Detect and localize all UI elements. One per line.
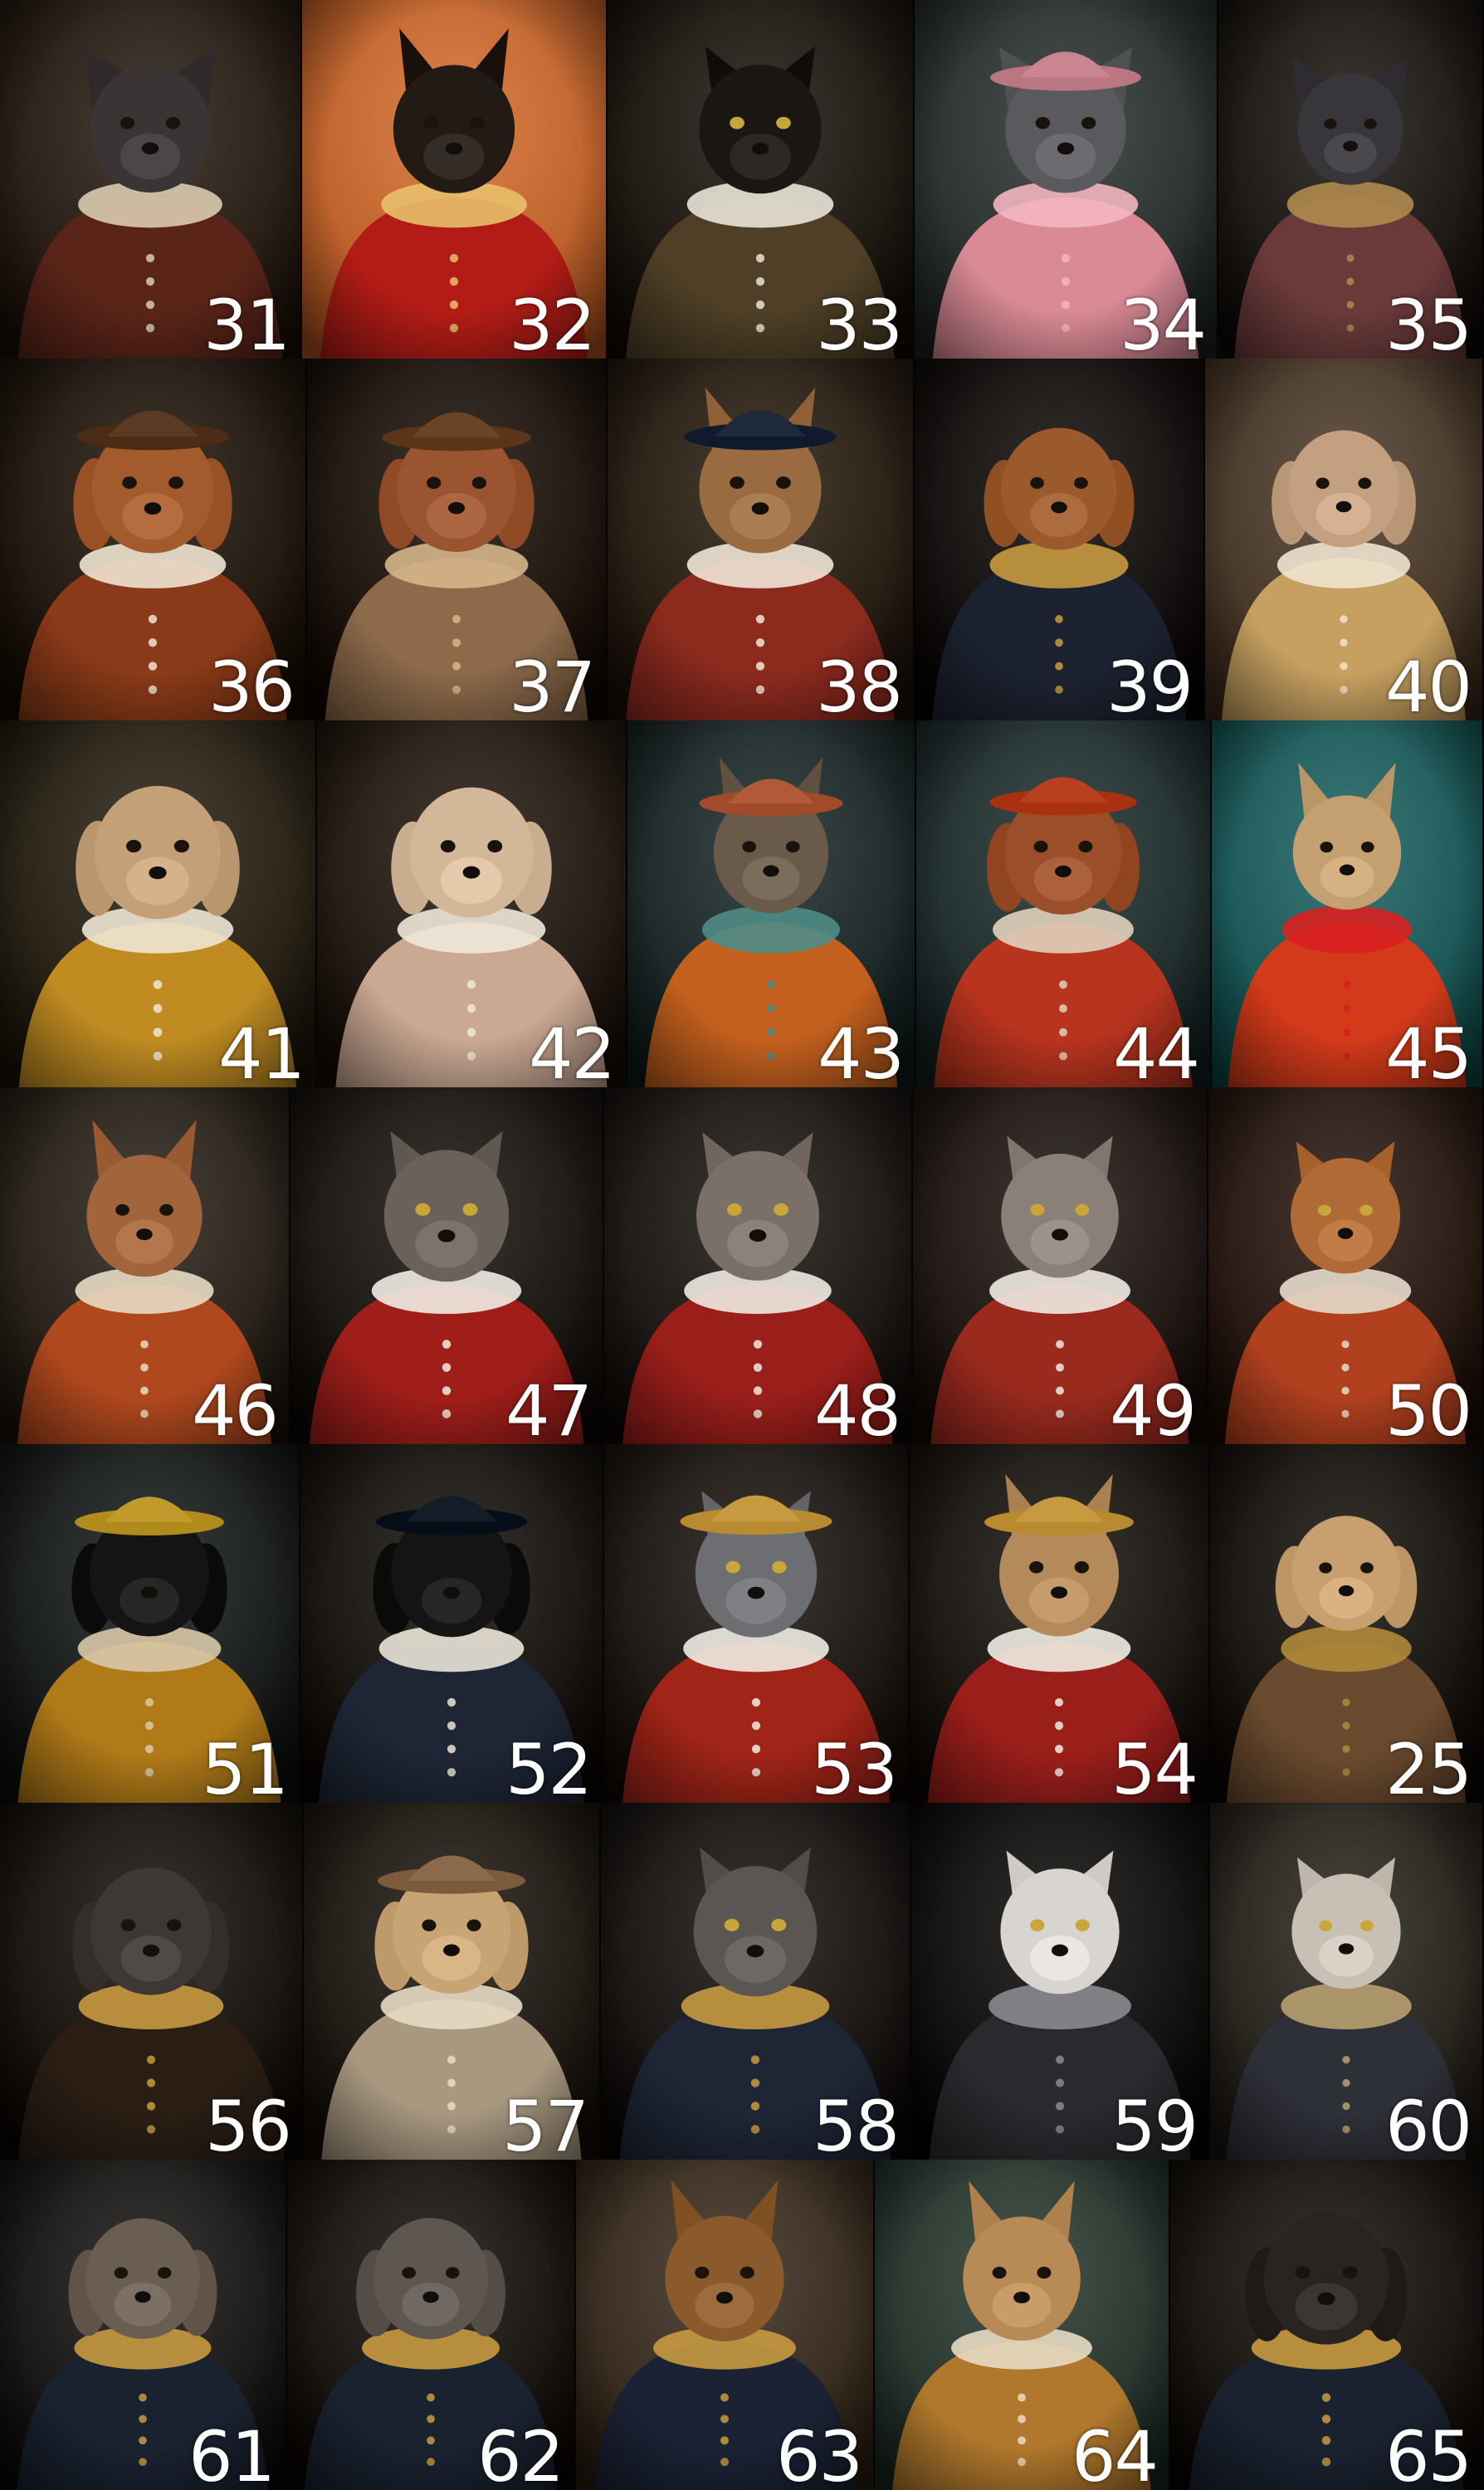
- portrait-tile-58[interactable]: 58: [601, 1803, 911, 2160]
- portrait-number-label: 57: [502, 2086, 589, 2160]
- portrait-tile-45[interactable]: 45: [1212, 720, 1484, 1087]
- portrait-number-label: 62: [477, 2416, 564, 2490]
- portrait-number-label: 46: [192, 1370, 279, 1444]
- portrait-number-label: 56: [205, 2086, 292, 2160]
- portrait-tile-48[interactable]: 48: [604, 1087, 913, 1444]
- portrait-tile-64[interactable]: 64: [875, 2160, 1170, 2490]
- portrait-tile-25[interactable]: 25: [1210, 1444, 1484, 1803]
- portrait-tile-54[interactable]: 54: [910, 1444, 1210, 1803]
- portrait-tile-38[interactable]: 38: [608, 359, 915, 720]
- portrait-number-label: 49: [1110, 1370, 1197, 1444]
- portrait-tile-49[interactable]: 49: [913, 1087, 1208, 1444]
- portrait-number-label: 61: [188, 2416, 276, 2490]
- portrait-tile-41[interactable]: 41: [0, 720, 317, 1087]
- portrait-row: 36 37 38 39 40: [0, 359, 1484, 720]
- portrait-tile-37[interactable]: 37: [307, 359, 608, 720]
- portrait-number-label: 59: [1111, 2086, 1198, 2160]
- portrait-number-label: 64: [1072, 2416, 1159, 2490]
- portrait-number-label: 40: [1385, 647, 1472, 720]
- portrait-number-label: 54: [1111, 1729, 1198, 1803]
- portrait-tile-52[interactable]: 52: [300, 1444, 604, 1803]
- portrait-tile-40[interactable]: 40: [1205, 359, 1484, 720]
- portrait-tile-35[interactable]: 35: [1218, 0, 1484, 359]
- portrait-tile-51[interactable]: 51: [0, 1444, 300, 1803]
- portrait-number-label: 36: [208, 647, 295, 720]
- portrait-tile-39[interactable]: 39: [915, 359, 1205, 720]
- portrait-row: 31 32 33 34 35: [0, 0, 1484, 359]
- portrait-tile-34[interactable]: 34: [915, 0, 1218, 359]
- portrait-number-label: 43: [818, 1013, 905, 1087]
- portrait-number-label: 32: [509, 285, 596, 359]
- portrait-tile-53[interactable]: 53: [604, 1444, 910, 1803]
- portrait-tile-56[interactable]: 56: [0, 1803, 304, 2160]
- portrait-tile-44[interactable]: 44: [916, 720, 1212, 1087]
- portrait-tile-32[interactable]: 32: [302, 0, 608, 359]
- portrait-tile-31[interactable]: 31: [0, 0, 302, 359]
- portrait-tile-63[interactable]: 63: [576, 2160, 875, 2490]
- portrait-number-label: 48: [814, 1370, 901, 1444]
- portrait-tile-61[interactable]: 61: [0, 2160, 287, 2490]
- portrait-tile-36[interactable]: 36: [0, 359, 307, 720]
- portrait-number-label: 34: [1120, 285, 1207, 359]
- portrait-row: 56 57 58 59 60: [0, 1803, 1484, 2160]
- portrait-number-label: 44: [1113, 1013, 1200, 1087]
- portrait-number-label: 33: [816, 285, 903, 359]
- portrait-tile-46[interactable]: 46: [0, 1087, 290, 1444]
- portrait-number-label: 41: [218, 1013, 305, 1087]
- portrait-number-label: 63: [776, 2416, 863, 2490]
- portrait-tile-47[interactable]: 47: [290, 1087, 604, 1444]
- portrait-number-label: 53: [811, 1729, 898, 1803]
- portrait-tile-57[interactable]: 57: [304, 1803, 601, 2160]
- portrait-tile-43[interactable]: 43: [627, 720, 916, 1087]
- portrait-number-label: 38: [816, 647, 903, 720]
- portrait-row: 41 42 43 44 45: [0, 720, 1484, 1087]
- portrait-number-label: 58: [813, 2086, 900, 2160]
- portrait-number-label: 37: [509, 647, 596, 720]
- portrait-tile-60[interactable]: 60: [1210, 1803, 1484, 2160]
- portrait-tile-33[interactable]: 33: [608, 0, 915, 359]
- portrait-row: 51 52 53 54 25: [0, 1444, 1484, 1803]
- portrait-tile-62[interactable]: 62: [287, 2160, 576, 2490]
- portrait-number-label: 51: [202, 1729, 289, 1803]
- portrait-tile-50[interactable]: 50: [1208, 1087, 1484, 1444]
- portrait-number-label: 35: [1385, 285, 1472, 359]
- portrait-number-label: 47: [505, 1370, 593, 1444]
- portrait-row: 61 62 63 64 65: [0, 2160, 1484, 2490]
- portrait-tile-65[interactable]: 65: [1170, 2160, 1484, 2490]
- portrait-number-label: 39: [1106, 647, 1194, 720]
- portrait-number-label: 25: [1385, 1729, 1472, 1803]
- portrait-row: 46 47 48 49 50: [0, 1087, 1484, 1444]
- portrait-tile-42[interactable]: 42: [317, 720, 627, 1087]
- portrait-number-label: 52: [505, 1729, 593, 1803]
- portrait-number-label: 42: [529, 1013, 616, 1087]
- portrait-number-label: 65: [1385, 2416, 1472, 2490]
- portrait-grid: 31 32 33 34 35 36 37 38 39 40 41 42 43 44 45 46 47 48 49 50…: [0, 0, 1484, 2490]
- portrait-tile-59[interactable]: 59: [911, 1803, 1210, 2160]
- portrait-number-label: 60: [1385, 2086, 1472, 2160]
- portrait-number-label: 50: [1385, 1370, 1472, 1444]
- portrait-number-label: 45: [1385, 1013, 1472, 1087]
- portrait-number-label: 31: [203, 285, 290, 359]
